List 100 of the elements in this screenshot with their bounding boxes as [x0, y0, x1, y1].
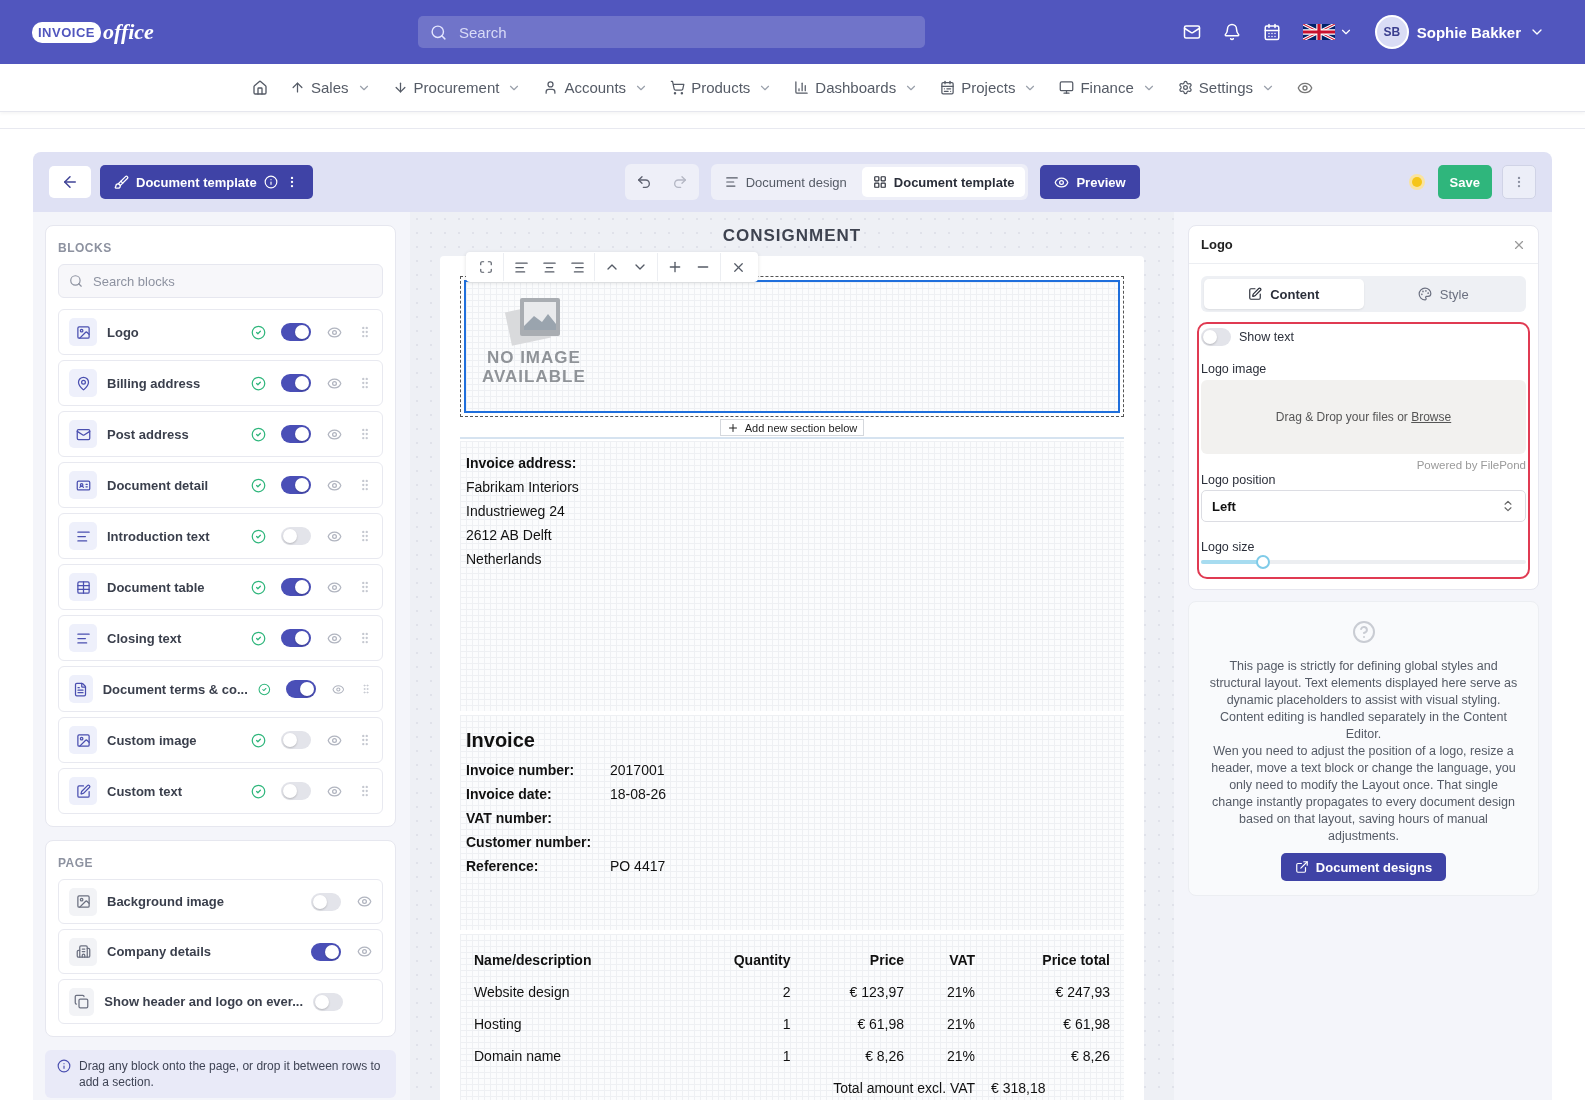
block-item[interactable]: Introduction text	[58, 513, 383, 559]
eye-icon[interactable]	[357, 894, 372, 909]
block-item[interactable]: Logo	[58, 309, 383, 355]
nav-item-icon	[1059, 80, 1075, 95]
drag-handle-icon[interactable]	[360, 682, 372, 696]
more-options-button[interactable]	[1502, 165, 1536, 199]
preview-button[interactable]: Preview	[1040, 165, 1140, 199]
nav-menu-item[interactable]: Accounts	[543, 79, 649, 96]
block-item[interactable]: Custom text	[58, 768, 383, 814]
browse-link[interactable]: Browse	[1411, 410, 1452, 424]
size-slider-track[interactable]	[1201, 555, 1526, 569]
nav-menu-item[interactable]: Products	[670, 79, 773, 96]
file-drop-zone[interactable]: Drag & Drop your files or Browse	[1201, 380, 1526, 454]
block-search-input[interactable]: Search blocks	[91, 272, 372, 290]
view-tab[interactable]: Document design	[713, 167, 858, 197]
help-icon	[1351, 620, 1376, 644]
block-item[interactable]: Document detail	[58, 462, 383, 508]
invoice-office-logo[interactable]: INVOICE office	[32, 19, 418, 45]
page-item-icon	[69, 937, 97, 966]
address-line: Fabrikam Interiors	[466, 478, 580, 497]
detail-label: Reference:	[466, 857, 540, 876]
invoice-heading: Invoice	[466, 729, 536, 752]
toggle-switch[interactable]	[281, 782, 311, 800]
check-icon	[251, 324, 266, 340]
toggle-switch[interactable]	[281, 527, 311, 545]
template-menu-button[interactable]: Document template	[100, 165, 313, 199]
toggle-switch[interactable]	[281, 731, 311, 749]
calendar-icon[interactable]	[1262, 23, 1281, 41]
search-box[interactable]: Search	[418, 16, 925, 48]
address-heading: Invoice address:	[466, 454, 578, 473]
avatar: SB	[1374, 15, 1409, 49]
table-cell-text: 21%	[946, 1015, 977, 1034]
check-icon	[257, 681, 271, 697]
search-field[interactable]: Search	[457, 22, 913, 42]
hint-text: Drag any block onto the page, or drop it between rows to add a section.	[79, 1058, 382, 1090]
eye-icon[interactable]	[327, 630, 342, 646]
block-item[interactable]: Post address	[58, 411, 383, 457]
block-item[interactable]: Custom image	[58, 717, 383, 763]
check-icon	[251, 477, 266, 493]
address-line: 2612 AB Delft	[466, 526, 553, 545]
nav-item-icon	[290, 80, 305, 95]
table-cell-text: Hosting	[473, 1015, 523, 1034]
nav-menu-item[interactable]: Procurement	[392, 79, 522, 96]
nav-item-icon	[670, 80, 686, 95]
toggle-switch[interactable]	[281, 374, 311, 392]
eye-icon[interactable]	[327, 528, 342, 544]
page-item[interactable]: Show header and logo on ever...	[58, 979, 383, 1024]
panel-tab[interactable]: Content	[1204, 279, 1364, 309]
slider-handle[interactable]	[1255, 555, 1270, 569]
nav-menu-item[interactable]: Sales	[290, 79, 371, 96]
lines-icon	[724, 175, 739, 189]
nav-menu-item[interactable]: Dashboards	[794, 79, 919, 96]
page-item[interactable]: Company details	[58, 929, 383, 974]
panel-tab[interactable]: Style	[1363, 279, 1523, 309]
document-designs-button[interactable]: Document designs	[1280, 853, 1447, 881]
eye-icon[interactable]	[327, 426, 342, 442]
home-icon[interactable]	[252, 79, 268, 96]
position-select[interactable]: Left	[1201, 490, 1526, 522]
toggle-switch[interactable]	[311, 942, 341, 961]
toggle-switch[interactable]	[281, 578, 311, 596]
eye-icon[interactable]	[357, 944, 372, 959]
page-item-icon	[69, 887, 97, 916]
notifications-icon[interactable]	[1222, 23, 1241, 41]
toggle-switch[interactable]	[281, 425, 311, 443]
back-button[interactable]	[49, 166, 91, 198]
language-flag-icon[interactable]	[1302, 23, 1353, 41]
eye-icon[interactable]	[327, 579, 342, 595]
mail-icon[interactable]	[1182, 23, 1201, 41]
block-item[interactable]: Document terms & co...	[58, 666, 383, 712]
check-icon	[251, 528, 266, 544]
user-menu[interactable]: SB Sophie Bakker	[1374, 15, 1545, 49]
eye-icon[interactable]	[327, 477, 342, 493]
nav-menu-item[interactable]: Projects	[940, 79, 1038, 96]
total-value: € 318,18	[990, 1079, 1047, 1098]
eye-icon[interactable]	[327, 324, 342, 340]
external-link-icon	[1294, 860, 1309, 874]
chevron-up-down-icon	[1501, 499, 1515, 513]
info-icon	[57, 1059, 71, 1073]
address-line: Industrieweg 24	[466, 502, 566, 521]
field-label: Logo image	[1201, 362, 1268, 376]
toggle-switch[interactable]	[281, 323, 311, 341]
block-item[interactable]: Closing text	[58, 615, 383, 661]
page-item-icon	[69, 987, 95, 1016]
eye-icon[interactable]	[327, 732, 342, 748]
toggle-switch[interactable]	[281, 476, 311, 494]
add-section-button[interactable]: Add new section below	[719, 419, 865, 436]
toggle-switch[interactable]	[285, 680, 316, 698]
eye-icon[interactable]	[327, 375, 342, 391]
block-item[interactable]: Billing address	[58, 360, 383, 406]
block-search-field[interactable]: Search blocks	[58, 264, 383, 298]
nav-menu-item[interactable]: Settings	[1177, 79, 1275, 96]
toggle-switch[interactable]	[1201, 328, 1231, 346]
toggle-switch[interactable]	[281, 629, 311, 647]
eye-icon[interactable]	[327, 783, 342, 799]
nav-menu-item[interactable]: Finance	[1059, 79, 1156, 96]
view-tab[interactable]: Document template	[861, 167, 1026, 197]
page-item[interactable]: Background image	[58, 879, 383, 924]
toggle-switch[interactable]	[311, 892, 341, 911]
toggle-switch[interactable]	[313, 992, 343, 1011]
block-item[interactable]: Document table	[58, 564, 383, 610]
